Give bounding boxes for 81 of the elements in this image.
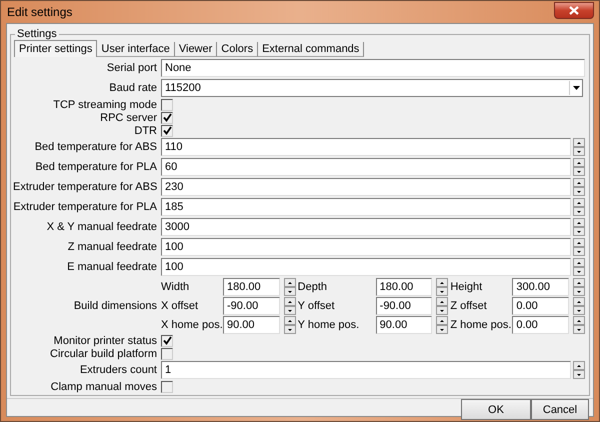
checkmark-icon — [162, 336, 172, 345]
field-label: Y home pos. — [298, 318, 360, 330]
field-label: X offset — [161, 300, 200, 312]
field-label: Bed temperature for ABS — [34, 141, 158, 153]
spinner[interactable] — [573, 278, 585, 296]
checkbox-label: Circular build platform — [49, 348, 158, 360]
number-field[interactable]: 0.00 — [512, 296, 569, 314]
close-button[interactable] — [554, 2, 594, 18]
field-label: Height — [450, 280, 484, 292]
window-title: Edit settings — [7, 5, 72, 19]
spinner[interactable] — [573, 238, 585, 256]
number-field[interactable]: 1 — [161, 361, 571, 379]
spinner[interactable] — [284, 316, 296, 334]
spinner[interactable] — [436, 278, 448, 296]
number-field[interactable]: 185 — [161, 198, 571, 216]
close-icon — [569, 6, 579, 14]
spinner[interactable] — [284, 296, 296, 314]
number-field[interactable]: -90.00 — [376, 296, 432, 314]
spinner[interactable] — [573, 178, 585, 196]
spinner[interactable] — [573, 258, 585, 276]
field-label: Serial port — [106, 62, 158, 74]
field-label: Z offset — [450, 300, 488, 312]
field-label: Baud rate — [108, 82, 158, 94]
field-label: Extruder temperature for PLA — [13, 201, 158, 213]
field-label: Bed temperature for PLA — [34, 161, 158, 173]
spinner[interactable] — [573, 218, 585, 236]
spinner[interactable] — [573, 138, 585, 156]
checkbox[interactable] — [161, 112, 173, 124]
tab[interactable]: External commands — [258, 42, 364, 57]
spinner[interactable] — [573, 158, 585, 176]
checkbox[interactable] — [161, 334, 173, 346]
field-label: Y offset — [298, 300, 336, 312]
checkbox[interactable] — [161, 380, 173, 392]
checkbox[interactable] — [161, 348, 173, 360]
text-field[interactable]: None — [161, 59, 585, 77]
group-title: Settings — [16, 28, 58, 40]
spinner[interactable] — [436, 296, 448, 314]
tab[interactable]: Colors — [217, 42, 258, 57]
ok-button[interactable]: OK — [461, 399, 531, 420]
dropdown[interactable]: 115200 — [161, 79, 583, 97]
spinner[interactable] — [573, 361, 585, 379]
field-label: Width — [161, 280, 190, 292]
field-label: Z home pos. — [450, 318, 510, 330]
checkbox[interactable] — [161, 124, 173, 136]
spinner[interactable] — [436, 316, 448, 334]
checkbox-label: TCP streaming mode — [52, 98, 158, 110]
spinner[interactable] — [573, 296, 585, 314]
number-field[interactable]: 90.00 — [223, 316, 280, 334]
checkbox-label: DTR — [133, 124, 158, 136]
field-label: X home pos. — [161, 318, 221, 330]
spinner[interactable] — [573, 198, 585, 216]
number-field[interactable]: 180.00 — [376, 278, 432, 296]
checkbox-label: Monitor printer status — [52, 334, 158, 346]
number-field[interactable]: 0.00 — [512, 316, 569, 334]
tab[interactable]: User interface — [97, 42, 175, 57]
number-field[interactable]: 3000 — [161, 218, 571, 236]
checkbox-label: RPC server — [99, 112, 158, 124]
field-label: X & Y manual feedrate — [46, 221, 158, 233]
tab[interactable]: Printer settings — [14, 40, 98, 57]
checkbox[interactable] — [161, 98, 173, 110]
spinner[interactable] — [284, 278, 296, 296]
field-label: Depth — [298, 280, 328, 292]
number-field[interactable]: 100 — [161, 258, 571, 276]
number-field[interactable]: 230 — [161, 178, 571, 196]
number-field[interactable]: 90.00 — [376, 316, 432, 334]
number-field[interactable]: 100 — [161, 238, 571, 256]
cancel-button[interactable]: Cancel — [531, 399, 589, 420]
field-label: Z manual feedrate — [66, 241, 158, 253]
field-label: Extruder temperature for ABS — [13, 181, 158, 193]
dropdown-arrow-icon — [572, 86, 580, 90]
spinner[interactable] — [573, 316, 585, 334]
number-field[interactable]: -90.00 — [223, 296, 280, 314]
number-field[interactable]: 60 — [161, 158, 571, 176]
number-field[interactable]: 300.00 — [512, 278, 569, 296]
number-field[interactable]: 180.00 — [223, 278, 280, 296]
field-label: E manual feedrate — [66, 261, 158, 273]
tab[interactable]: Viewer — [174, 42, 218, 57]
checkbox-label: Clamp manual moves — [50, 380, 158, 392]
field-label: Extruders count — [78, 364, 158, 376]
field-label: Build dimensions — [72, 300, 158, 312]
number-field[interactable]: 110 — [161, 138, 571, 156]
